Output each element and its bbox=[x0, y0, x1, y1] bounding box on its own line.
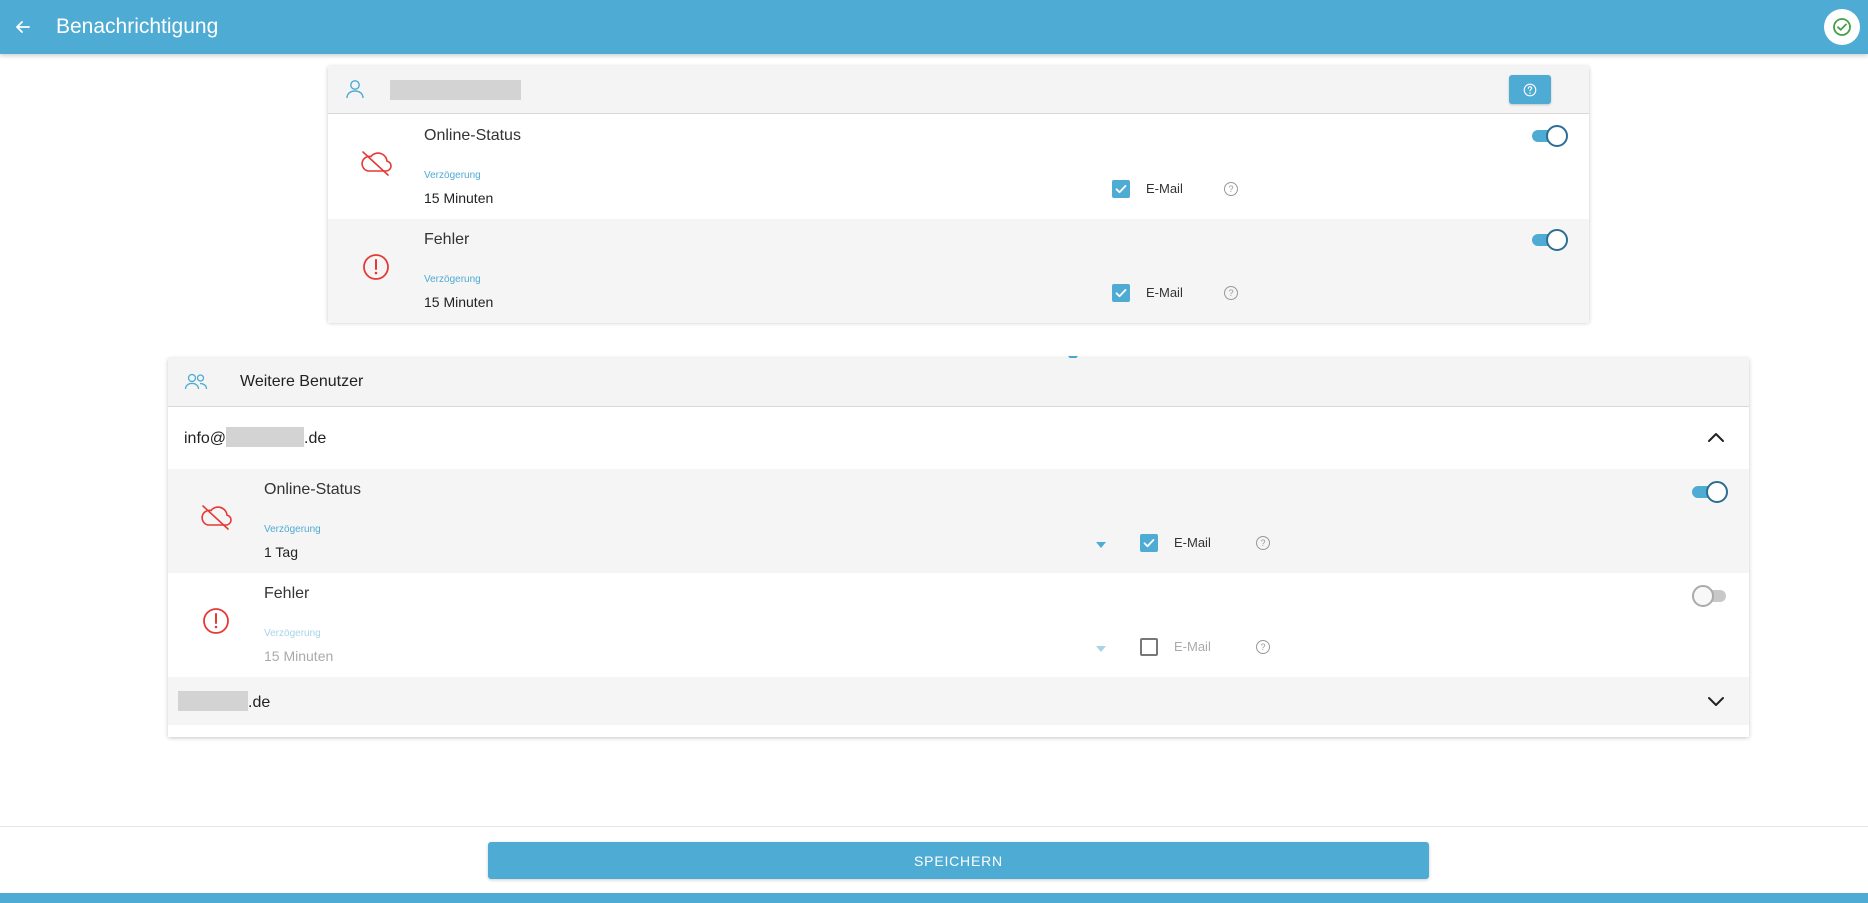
row-title: Online-Status bbox=[424, 127, 521, 144]
redacted-domain bbox=[226, 427, 305, 447]
bottom-bar bbox=[0, 893, 1868, 903]
delay-select[interactable]: 15 Minuten bbox=[264, 648, 333, 664]
help-icon[interactable]: ? bbox=[1256, 536, 1270, 550]
user-accordion-header[interactable]: .de bbox=[168, 677, 1749, 725]
save-button[interactable]: SPEICHERN bbox=[488, 842, 1429, 879]
other-users-header: Weitere Benutzer bbox=[168, 358, 1749, 407]
row-toggle[interactable] bbox=[1692, 479, 1728, 505]
back-button[interactable] bbox=[8, 13, 36, 41]
email-label: E-Mail bbox=[1146, 285, 1183, 300]
email-checkbox[interactable] bbox=[1140, 638, 1158, 656]
toggle-knob bbox=[1692, 585, 1714, 607]
chevron-down-icon[interactable] bbox=[1096, 542, 1106, 548]
email-label: E-Mail bbox=[1174, 535, 1211, 550]
toggle-knob bbox=[1546, 229, 1568, 251]
check-circle-icon bbox=[1833, 18, 1851, 36]
toggle-knob bbox=[1546, 125, 1568, 147]
delay-label: Verzögerung bbox=[424, 274, 481, 285]
error-alert-icon bbox=[358, 249, 394, 285]
page-title: Benachrichtigung bbox=[56, 15, 219, 38]
arrow-left-icon bbox=[16, 21, 30, 33]
delay-select[interactable]: 1 Tag bbox=[264, 544, 298, 560]
help-icon[interactable]: ? bbox=[1224, 286, 1238, 300]
chevron-down-icon[interactable] bbox=[1096, 646, 1106, 652]
help-icon[interactable]: ? bbox=[1224, 182, 1238, 196]
app-bar: Benachrichtigung bbox=[0, 0, 1868, 54]
user-email: info@ .de bbox=[184, 427, 326, 448]
other-users-card: Weitere Benutzer info@ .de Online-Status … bbox=[168, 358, 1749, 737]
help-button[interactable] bbox=[1509, 75, 1551, 104]
row-toggle[interactable] bbox=[1692, 583, 1728, 609]
row-title: Fehler bbox=[264, 585, 310, 602]
row-toggle[interactable] bbox=[1532, 227, 1568, 253]
cloud-off-icon bbox=[358, 145, 394, 181]
email-label: E-Mail bbox=[1146, 181, 1183, 196]
user-email: .de bbox=[178, 691, 270, 712]
section-title: Weitere Benutzer bbox=[240, 373, 364, 390]
help-circle-icon bbox=[1523, 83, 1537, 96]
row-toggle[interactable] bbox=[1532, 123, 1568, 149]
notification-row-fehler: Fehler Verzögerung 15 Minuten E-Mail ? bbox=[168, 573, 1749, 677]
redacted-domain bbox=[178, 691, 248, 711]
check-icon bbox=[1115, 289, 1127, 298]
email-suffix: .de bbox=[248, 694, 271, 711]
user-accordion-header[interactable]: info@ .de bbox=[168, 407, 1749, 469]
chevron-up-icon[interactable] bbox=[1707, 430, 1725, 448]
person-icon bbox=[344, 78, 366, 105]
own-user-card: Online-Status Verzögerung 15 Minuten E-M… bbox=[328, 66, 1589, 362]
people-icon bbox=[184, 372, 208, 397]
row-title: Fehler bbox=[424, 231, 470, 248]
email-checkbox[interactable] bbox=[1140, 534, 1158, 552]
delay-select[interactable]: 15 Minuten bbox=[424, 190, 493, 206]
email-suffix: .de bbox=[304, 430, 327, 447]
chevron-down-icon[interactable] bbox=[1707, 695, 1725, 713]
delay-label: Verzögerung bbox=[424, 170, 481, 181]
cloud-off-icon bbox=[198, 499, 234, 535]
own-user-header bbox=[328, 66, 1589, 114]
toggle-knob bbox=[1706, 481, 1728, 503]
email-checkbox[interactable] bbox=[1112, 284, 1130, 302]
delay-select[interactable]: 15 Minuten bbox=[424, 294, 493, 310]
notification-row-online-status: Online-Status Verzögerung 15 Minuten E-M… bbox=[328, 115, 1589, 258]
notification-row-online-status: Online-Status Verzögerung 1 Tag E-Mail ? bbox=[168, 469, 1749, 573]
status-indicator bbox=[1824, 9, 1860, 45]
redacted-username bbox=[390, 80, 521, 100]
email-prefix: info@ bbox=[184, 430, 227, 447]
row-title: Online-Status bbox=[264, 481, 361, 498]
error-alert-icon bbox=[198, 603, 234, 639]
delay-label: Verzögerung bbox=[264, 524, 321, 535]
email-label: E-Mail bbox=[1174, 639, 1211, 654]
delay-label: Verzögerung bbox=[264, 628, 321, 639]
notification-row-fehler: Fehler Verzögerung 15 Minuten E-Mail ? bbox=[328, 219, 1589, 362]
check-icon bbox=[1143, 539, 1155, 548]
check-icon bbox=[1115, 185, 1127, 194]
email-checkbox[interactable] bbox=[1112, 180, 1130, 198]
help-icon[interactable]: ? bbox=[1256, 640, 1270, 654]
